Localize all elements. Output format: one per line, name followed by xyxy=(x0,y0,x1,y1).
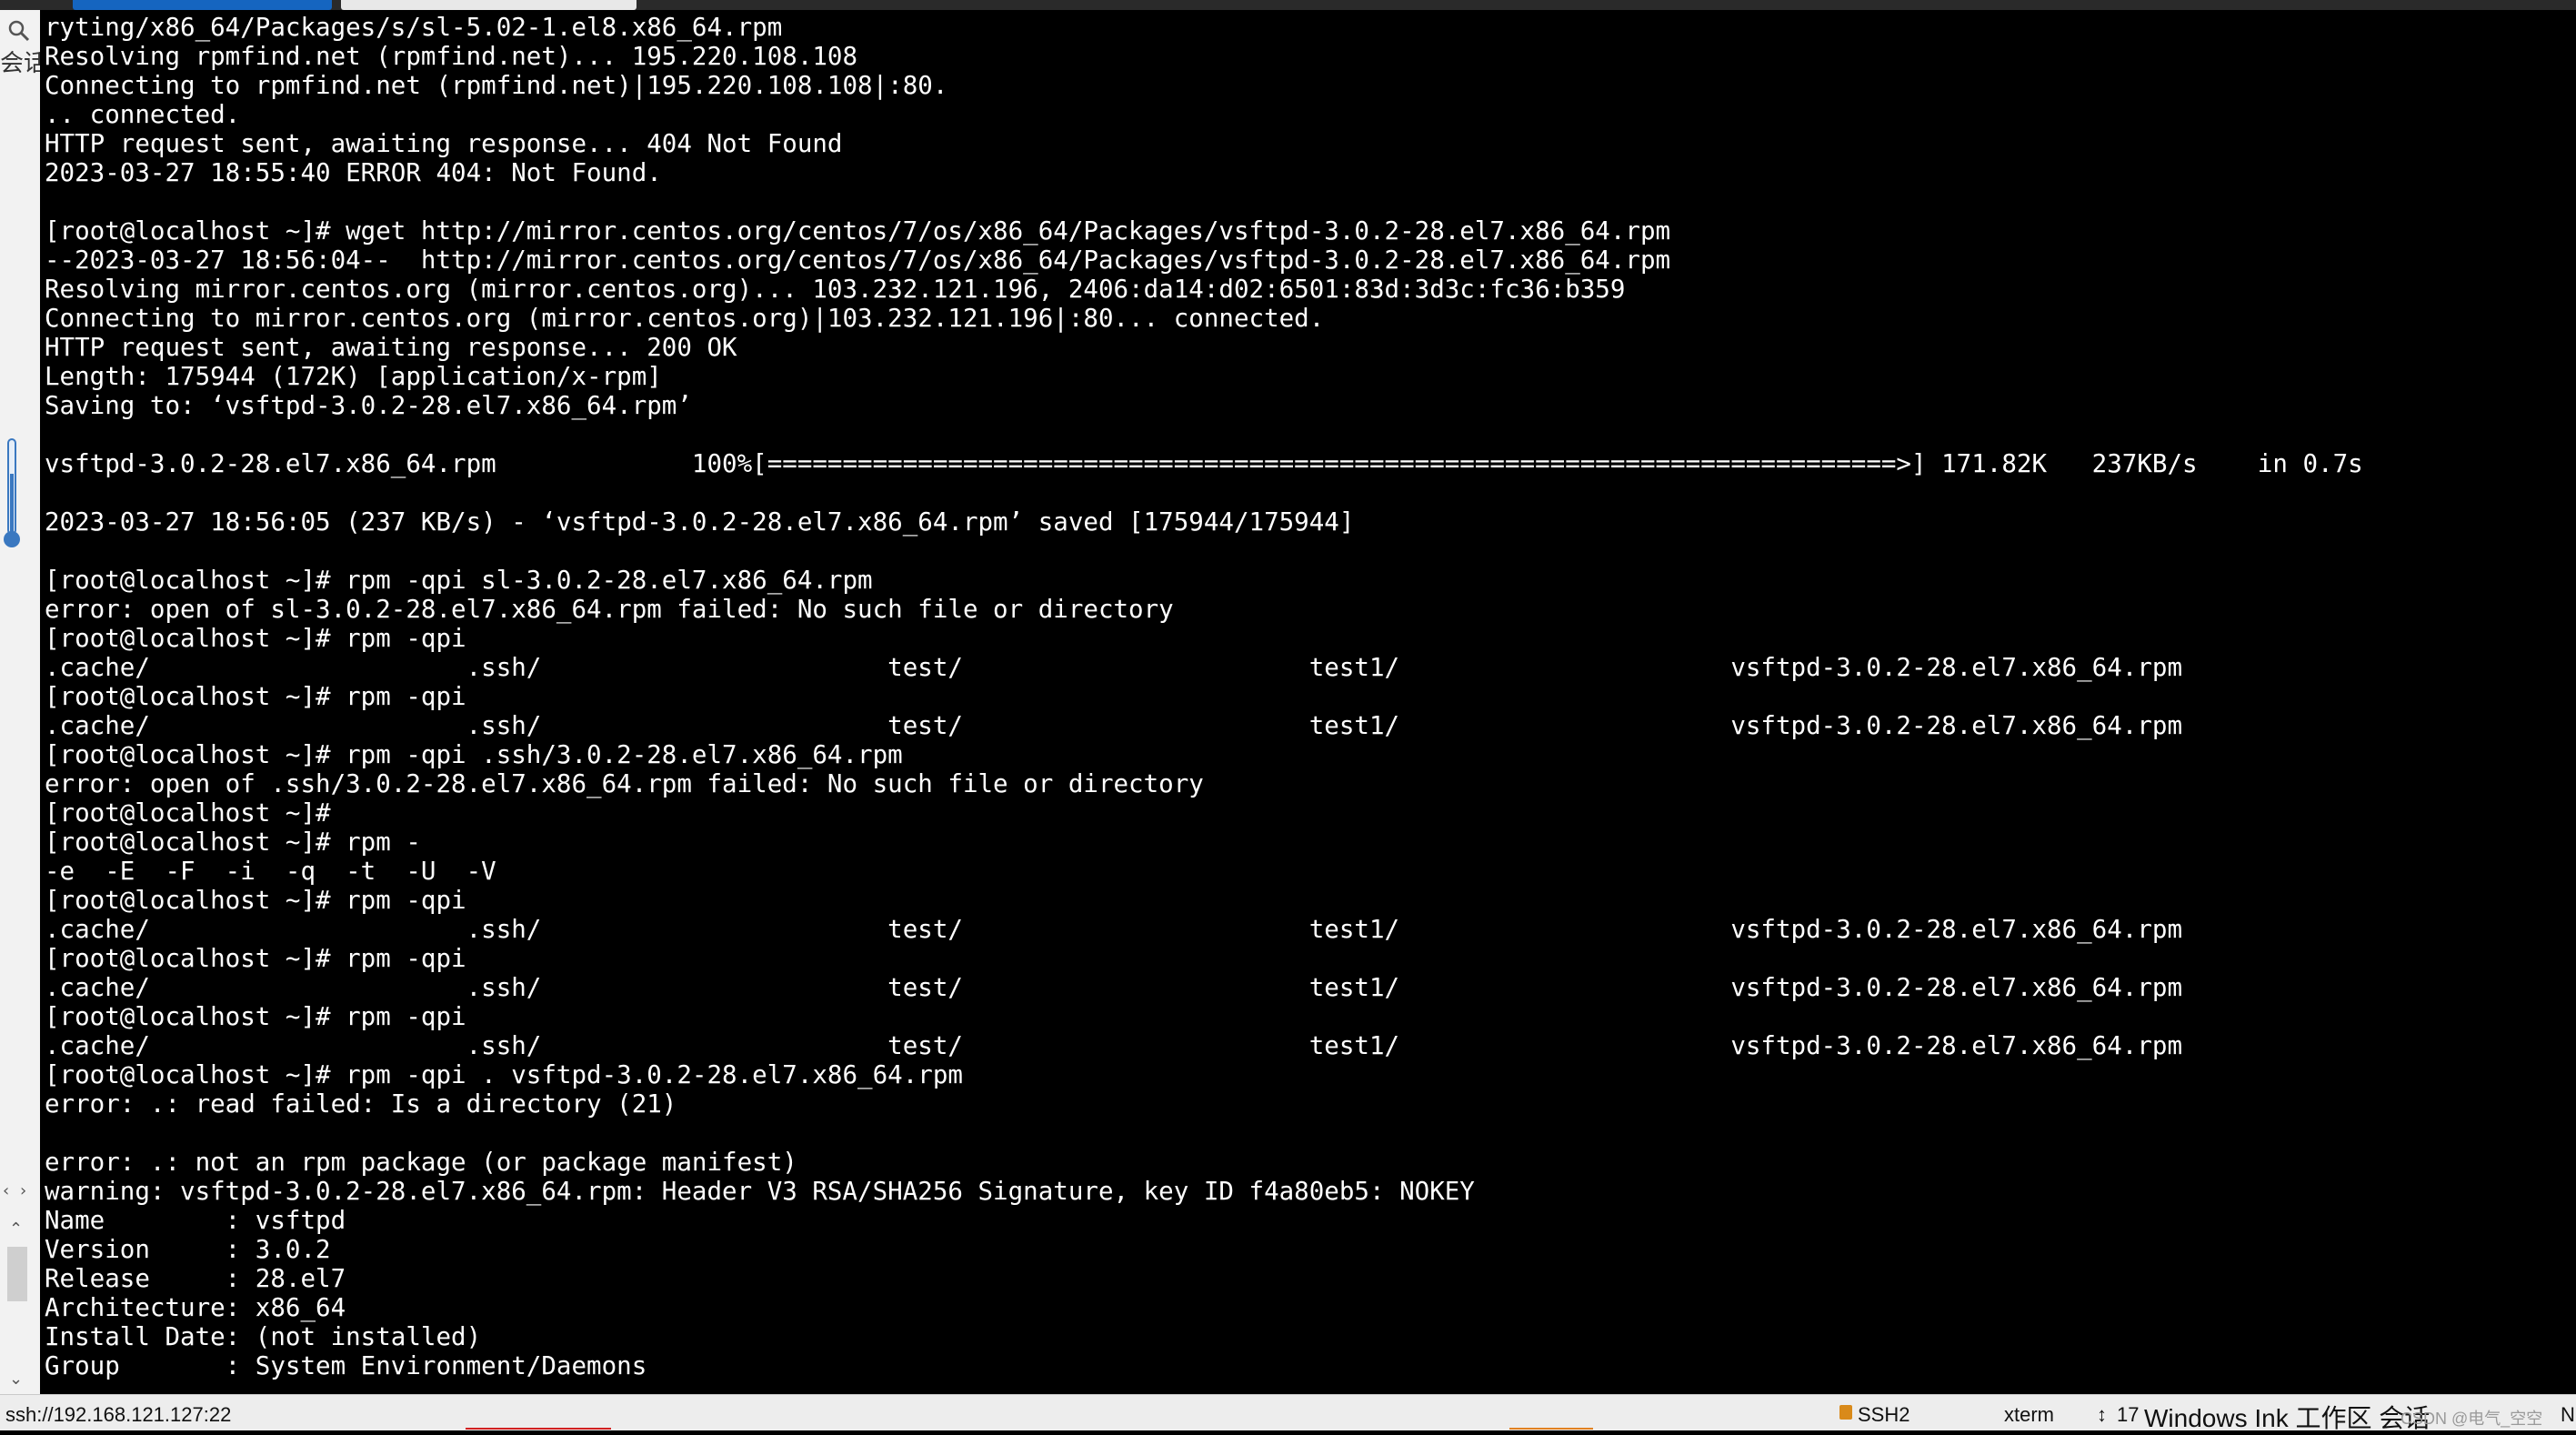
terminal-line: error: .: read failed: Is a directory (2… xyxy=(45,1089,677,1119)
terminal-line: HTTP request sent, awaiting response... … xyxy=(45,333,737,362)
sidebar-scroll-up[interactable]: ⌃ xyxy=(9,1219,23,1239)
terminal-line: 2023-03-27 18:55:40 ERROR 404: Not Found… xyxy=(45,158,662,187)
terminal-line: .cache/ .ssh/ test/ test1/ vsftpd-3.0.2-… xyxy=(45,915,2183,944)
terminal-output[interactable]: ryting/x86_64/Packages/s/sl-5.02-1.el8.x… xyxy=(40,10,2576,1394)
terminal-line: [root@localhost ~]# xyxy=(45,798,331,828)
terminal-line: [root@localhost ~]# rpm -qpi xyxy=(45,624,466,653)
terminal-line: Architecture: x86_64 xyxy=(45,1293,346,1322)
terminal-line: Group : System Environment/Daemons xyxy=(45,1351,647,1380)
protocol-label: SSH2 xyxy=(1858,1403,1910,1426)
terminal-line: warning: vsftpd-3.0.2-28.el7.x86_64.rpm:… xyxy=(45,1177,1475,1206)
terminal-line: [root@localhost ~]# rpm - xyxy=(45,828,421,857)
terminal-line: Length: 175944 (172K) [application/x-rpm… xyxy=(45,362,662,391)
status-bar: ssh://192.168.121.127:22 SSH2 xterm ↕ 17… xyxy=(0,1394,2576,1432)
terminal-size-label: 17 xyxy=(2117,1403,2140,1426)
terminal-line: [root@localhost ~]# rpm -qpi xyxy=(45,1002,466,1031)
terminal-line: 2023-03-27 18:56:05 (237 KB/s) - ‘vsftpd… xyxy=(45,507,1355,537)
terminal-line: .cache/ .ssh/ test/ test1/ vsftpd-3.0.2-… xyxy=(45,1031,2183,1060)
lock-icon xyxy=(1839,1405,1852,1420)
terminal-line: [root@localhost ~]# wget http://mirror.c… xyxy=(45,216,1671,246)
tab-session-active[interactable] xyxy=(73,0,332,10)
sidebar-prev-arrow[interactable]: ‹ xyxy=(3,1181,9,1200)
terminal-line: Resolving rpmfind.net (rpmfind.net)... 1… xyxy=(45,42,858,71)
terminal-line: Connecting to rpmfind.net (rpmfind.net)|… xyxy=(45,71,948,100)
search-icon[interactable] xyxy=(7,19,31,43)
terminal-line: Name : vsftpd xyxy=(45,1206,346,1235)
terminal-type-label: xterm xyxy=(2004,1403,2054,1426)
sidebar-next-arrow[interactable]: › xyxy=(20,1181,26,1200)
session-sidebar: 会话 ‹ › ⌃ ⌄ xyxy=(0,10,41,1394)
windows-ink-overlay: Windows Ink 工作区 会话 xyxy=(2144,1404,2431,1432)
terminal-line: error: open of .ssh/3.0.2-28.el7.x86_64.… xyxy=(45,769,1204,798)
connection-address: ssh://192.168.121.127:22 xyxy=(5,1403,232,1426)
terminal-line: Install Date: (not installed) xyxy=(45,1322,482,1351)
tab-session-2[interactable] xyxy=(341,0,636,10)
terminal-lines: ryting/x86_64/Packages/s/sl-5.02-1.el8.x… xyxy=(45,13,2363,1380)
sidebar-scrollbar[interactable] xyxy=(7,1247,27,1301)
terminal-line: Connecting to mirror.centos.org (mirror.… xyxy=(45,304,1325,333)
terminal-line: .cache/ .ssh/ test/ test1/ vsftpd-3.0.2-… xyxy=(45,973,2183,1002)
thermometer-icon xyxy=(4,438,20,547)
csdn-watermark: CSDN @电气_空空 xyxy=(2401,1410,2543,1428)
terminal-line: Version : 3.0.2 xyxy=(45,1235,331,1264)
terminal-line: -e -E -F -i -q -t -U -V xyxy=(45,857,496,886)
terminal-line: Resolving mirror.centos.org (mirror.cent… xyxy=(45,275,1626,304)
terminal-line: error: open of sl-3.0.2-28.el7.x86_64.rp… xyxy=(45,595,1174,624)
terminal-line: .cache/ .ssh/ test/ test1/ vsftpd-3.0.2-… xyxy=(45,653,2183,682)
tab-bar xyxy=(0,0,2576,10)
terminal-line: Saving to: ‘vsftpd-3.0.2-28.el7.x86_64.r… xyxy=(45,391,692,420)
terminal-line: [root@localhost ~]# rpm -qpi sl-3.0.2-28… xyxy=(45,566,873,595)
terminal-line: [root@localhost ~]# rpm -qpi xyxy=(45,944,466,973)
terminal-line: [root@localhost ~]# rpm -qpi xyxy=(45,682,466,711)
sidebar-sessions-label[interactable]: 会话 xyxy=(0,50,40,77)
terminal-line: error: .: not an rpm package (or package… xyxy=(45,1148,797,1177)
status-tail: N xyxy=(2561,1403,2575,1426)
terminal-line: Release : 28.el7 xyxy=(45,1264,346,1293)
terminal-line: --2023-03-27 18:56:04-- http://mirror.ce… xyxy=(45,246,1671,275)
terminal-line: vsftpd-3.0.2-28.el7.x86_64.rpm 100%[====… xyxy=(45,449,2363,478)
terminal-line: HTTP request sent, awaiting response... … xyxy=(45,129,843,158)
terminal-line: [root@localhost ~]# rpm -qpi xyxy=(45,886,466,915)
resize-icon: ↕ xyxy=(2097,1403,2107,1426)
sidebar-scroll-down[interactable]: ⌄ xyxy=(9,1370,23,1389)
terminal-line: [root@localhost ~]# rpm -qpi . vsftpd-3.… xyxy=(45,1060,963,1089)
terminal-line: [root@localhost ~]# rpm -qpi .ssh/3.0.2-… xyxy=(45,740,903,769)
terminal-line: ryting/x86_64/Packages/s/sl-5.02-1.el8.x… xyxy=(45,13,783,42)
terminal-line: .cache/ .ssh/ test/ test1/ vsftpd-3.0.2-… xyxy=(45,711,2183,740)
terminal-line: .. connected. xyxy=(45,100,241,129)
